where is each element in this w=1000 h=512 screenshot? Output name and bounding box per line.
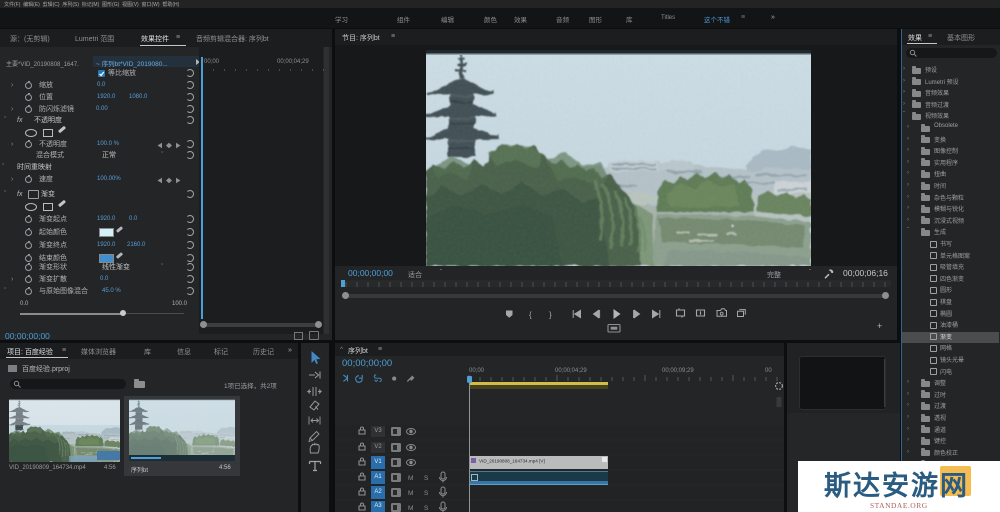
svg-text:M: M [408, 505, 413, 512]
svg-text:S: S [424, 505, 429, 512]
svg-text:}: } [549, 311, 552, 320]
svg-text:M: M [408, 490, 413, 497]
svg-text:S: S [424, 475, 429, 482]
svg-text:{: { [529, 311, 532, 320]
svg-text:M: M [408, 475, 413, 482]
svg-text:S: S [424, 490, 429, 497]
